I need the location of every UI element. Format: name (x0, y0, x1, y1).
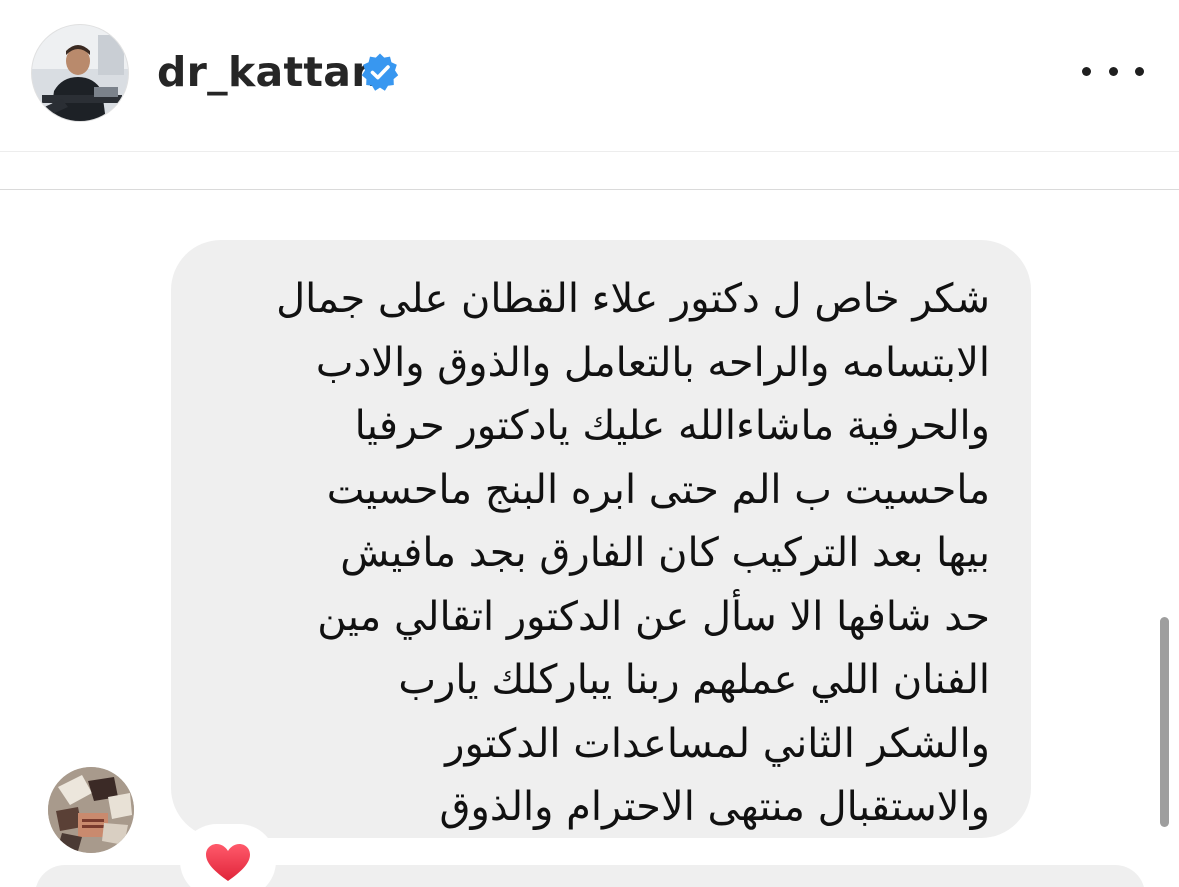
message-line: حد شافها الا سأل عن الدكتور اتقالي مين (317, 593, 990, 640)
instagram-post-screen: dr_kattan شكر خاص ل دكتور علاء القطان عل… (0, 0, 1179, 887)
message-line: والشكر الثاني لمساعدات الدكتور (445, 720, 990, 767)
scrollbar-thumb[interactable] (1160, 617, 1169, 827)
message-text: شكر خاص ل دكتور علاء القطان على جمال الا… (205, 268, 990, 840)
heart-icon (206, 844, 250, 881)
message-line: والاستقبال منتهى الاحترام والذوق (439, 784, 990, 830)
ellipsis-horizontal-icon (1082, 66, 1091, 76)
message-line: والحرفية ماشاءالله عليك يادكتور حرفيا (354, 403, 990, 449)
profile-photo (32, 25, 128, 121)
sender-avatar (48, 767, 134, 853)
message-line: بيها بعد التركيب كان الفارق بجد مافيش (340, 530, 990, 576)
divider (0, 151, 1179, 152)
message-line: ماحسيت ب الم حتى ابره البنج ماحسيت (326, 466, 990, 513)
message-line: الابتسامه والراحه بالتعامل والذوق والادب (315, 339, 990, 386)
sender-photo (48, 767, 134, 853)
verified-badge-icon (361, 53, 399, 91)
username[interactable]: dr_kattan (157, 44, 381, 100)
more-options-button[interactable] (1082, 50, 1144, 92)
post-header: dr_kattan (0, 0, 1179, 150)
ellipsis-dot (1108, 66, 1118, 76)
ellipsis-dot (1135, 66, 1144, 76)
message-line: الفنان اللي عملهم ربنا يباركلك يارب (398, 657, 990, 703)
chat-screenshot: شكر خاص ل دكتور علاء القطان على جمال الا… (0, 190, 1179, 887)
message-line: شكر خاص ل دكتور علاء القطان على جمال (276, 276, 990, 322)
profile-avatar[interactable] (32, 25, 128, 121)
